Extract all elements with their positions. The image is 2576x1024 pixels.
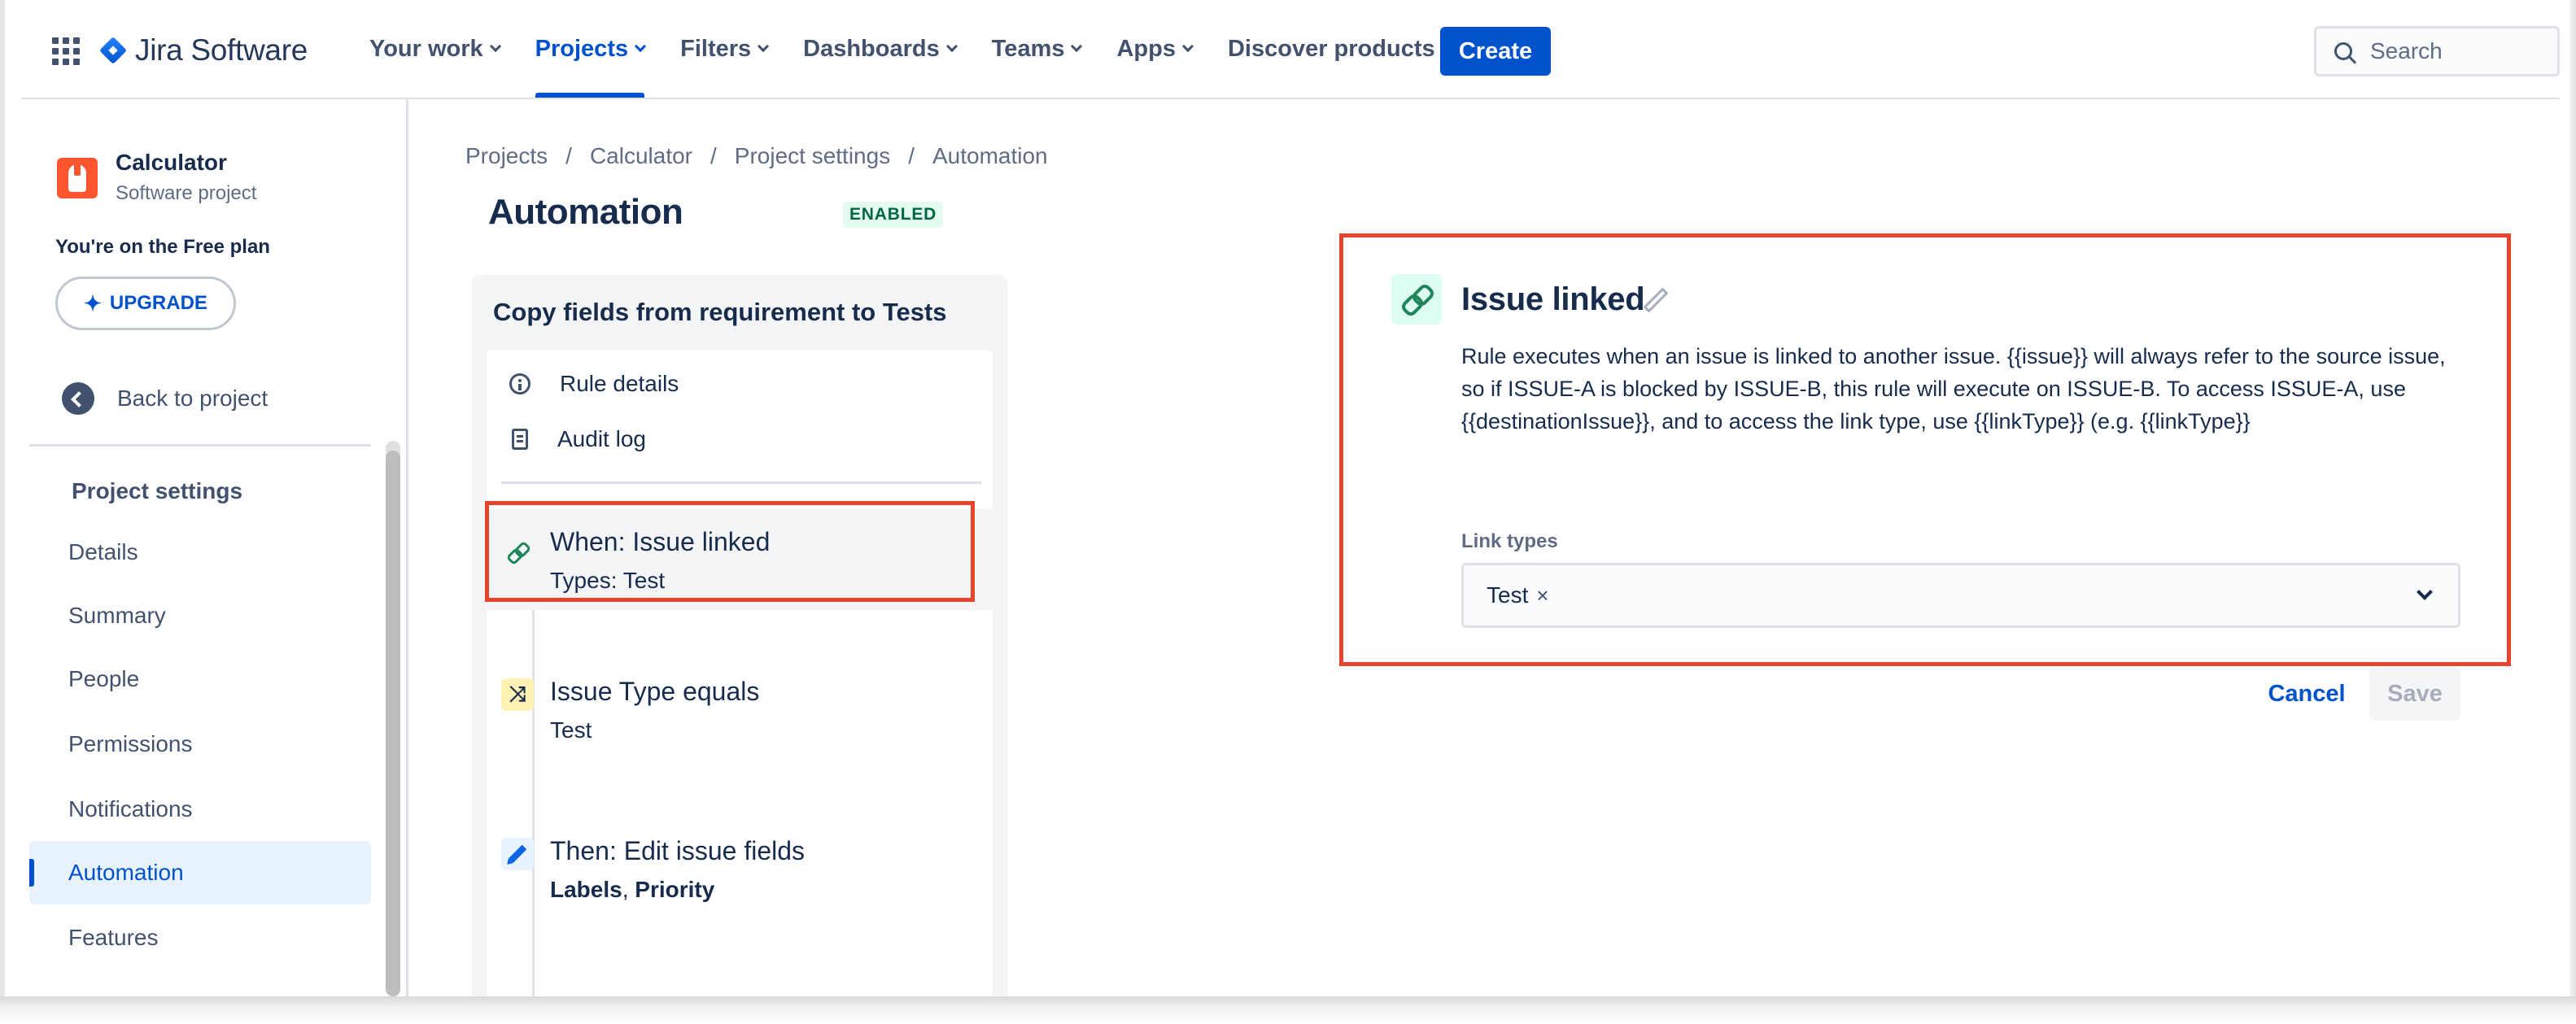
sidebar-item-automation[interactable]: Automation xyxy=(29,841,371,904)
back-to-project-link[interactable]: Back to project xyxy=(62,382,268,415)
logo-text: Jira Software xyxy=(135,33,308,67)
upgrade-label: UPGRADE xyxy=(109,292,207,314)
document-icon xyxy=(512,429,528,450)
step-action-edit-fields[interactable]: Then: Edit issue fields Labels, Priority xyxy=(487,828,993,917)
sidebar-item-summary[interactable]: Summary xyxy=(29,584,371,647)
sidebar-item-features[interactable]: Features xyxy=(29,906,371,970)
sidebar-item-label: Features xyxy=(68,925,159,950)
plan-text: You're on the Free plan xyxy=(55,236,270,258)
sparkle-icon: ✦ xyxy=(84,290,102,316)
window-edge-left xyxy=(0,0,5,1000)
rule-panel: Copy fields from requirement to Tests Ru… xyxy=(472,275,1007,1007)
search-icon xyxy=(2334,42,2352,60)
info-icon xyxy=(509,373,530,394)
cancel-button[interactable]: Cancel xyxy=(2252,667,2361,721)
sidebar-item-label: Details xyxy=(68,539,138,564)
chevron-down-icon xyxy=(945,40,958,53)
sidebar-item-label: Notifications xyxy=(68,796,193,821)
pencil-icon xyxy=(501,838,534,870)
chevron-down-icon xyxy=(1181,40,1194,53)
sidebar-item-notifications[interactable]: Notifications xyxy=(29,778,371,841)
nav-apps[interactable]: Apps xyxy=(1116,0,1194,98)
rule-steps-card: Rule details Audit log When: Issue linke… xyxy=(487,350,993,1007)
breadcrumb-separator: / xyxy=(565,143,572,168)
chevron-down-icon xyxy=(635,40,647,53)
search-box[interactable] xyxy=(2314,26,2560,76)
chevron-down-icon xyxy=(1071,40,1083,53)
arrow-left-icon xyxy=(62,382,94,415)
sidebar-item-label: Automation xyxy=(68,860,184,885)
nav-label: Teams xyxy=(991,35,1065,62)
sidebar-scrollbar-thumb[interactable] xyxy=(386,451,400,996)
card-divider xyxy=(501,481,981,484)
audit-log-link[interactable]: Audit log xyxy=(509,426,646,452)
step-condition-issue-type[interactable]: ⤨ Issue Type equals Test xyxy=(487,669,993,758)
nav-label: Apps xyxy=(1116,35,1176,62)
breadcrumb-projects[interactable]: Projects xyxy=(465,143,548,169)
nav-projects[interactable]: Projects xyxy=(535,0,647,98)
nav-dashboards[interactable]: Dashboards xyxy=(803,0,958,98)
top-navigation: Jira Software Your work Projects Filters… xyxy=(21,0,2560,99)
sidebar-item-label: People xyxy=(68,666,140,691)
rule-details-label: Rule details xyxy=(560,371,679,396)
audit-log-label: Audit log xyxy=(557,426,646,451)
field-separator: , xyxy=(622,877,635,902)
sidebar-item-label: Summary xyxy=(68,603,166,628)
breadcrumb-separator: / xyxy=(710,143,717,168)
breadcrumb-calculator[interactable]: Calculator xyxy=(590,143,692,169)
highlight-box-trigger-step xyxy=(485,501,975,602)
nav-your-work[interactable]: Your work xyxy=(369,0,501,98)
breadcrumb-project-settings[interactable]: Project settings xyxy=(735,143,890,169)
nav-label: Discover products xyxy=(1227,35,1435,62)
app-switcher-icon[interactable] xyxy=(52,37,80,65)
breadcrumb-automation[interactable]: Automation xyxy=(932,143,1048,169)
sidebar-item-permissions[interactable]: Permissions xyxy=(29,712,371,776)
upgrade-button[interactable]: ✦ UPGRADE xyxy=(55,277,236,330)
window-shadow xyxy=(0,996,2576,1024)
nav-menu: Your work Projects Filters Dashboards Te… xyxy=(369,0,1471,98)
step-title: Issue Type equals xyxy=(550,677,760,706)
chevron-down-icon xyxy=(758,40,770,53)
page-title: Automation xyxy=(488,192,683,232)
breadcrumb-separator: / xyxy=(908,143,915,168)
sidebar-divider xyxy=(29,444,371,447)
create-button[interactable]: Create xyxy=(1440,27,1551,76)
rule-details-link[interactable]: Rule details xyxy=(509,371,679,397)
jira-logo[interactable]: Jira Software xyxy=(99,33,308,67)
nav-filters[interactable]: Filters xyxy=(680,0,770,98)
nav-label: Filters xyxy=(680,35,752,62)
shuffle-icon: ⤨ xyxy=(501,678,534,711)
sidebar-item-people[interactable]: People xyxy=(29,647,371,711)
nav-label: Your work xyxy=(369,35,483,62)
jira-diamond-icon xyxy=(99,37,127,64)
step-subtitle: Labels, Priority xyxy=(550,877,714,903)
nav-label: Dashboards xyxy=(803,35,940,62)
project-avatar-icon xyxy=(57,158,98,198)
project-type: Software project xyxy=(116,182,257,204)
sidebar-item-details[interactable]: Details xyxy=(29,521,371,584)
nav-teams[interactable]: Teams xyxy=(991,0,1083,98)
breadcrumb: Projects / Calculator / Project settings… xyxy=(465,143,1048,169)
project-name: Calculator xyxy=(116,150,227,175)
back-label: Back to project xyxy=(117,386,269,411)
field-labels: Labels xyxy=(550,877,622,902)
window-edge-right xyxy=(2569,0,2576,1000)
step-subtitle: Test xyxy=(550,717,592,743)
status-badge: ENABLED xyxy=(843,202,944,228)
nav-discover-products[interactable]: Discover products xyxy=(1228,0,1435,98)
rule-name: Copy fields from requirement to Tests xyxy=(493,298,947,326)
project-settings-heading: Project settings xyxy=(72,478,243,503)
field-priority: Priority xyxy=(635,877,715,902)
sidebar-item-label: Permissions xyxy=(68,731,193,756)
nav-label: Projects xyxy=(535,35,629,62)
highlight-box-trigger-config xyxy=(1339,233,2511,666)
step-title: Then: Edit issue fields xyxy=(550,836,806,865)
chevron-down-icon xyxy=(489,40,501,53)
sidebar: Calculator Software project You're on th… xyxy=(21,99,408,996)
app-window: Jira Software Your work Projects Filters… xyxy=(0,0,2576,1024)
save-button[interactable]: Save xyxy=(2369,667,2460,721)
search-input[interactable] xyxy=(2370,38,2549,64)
